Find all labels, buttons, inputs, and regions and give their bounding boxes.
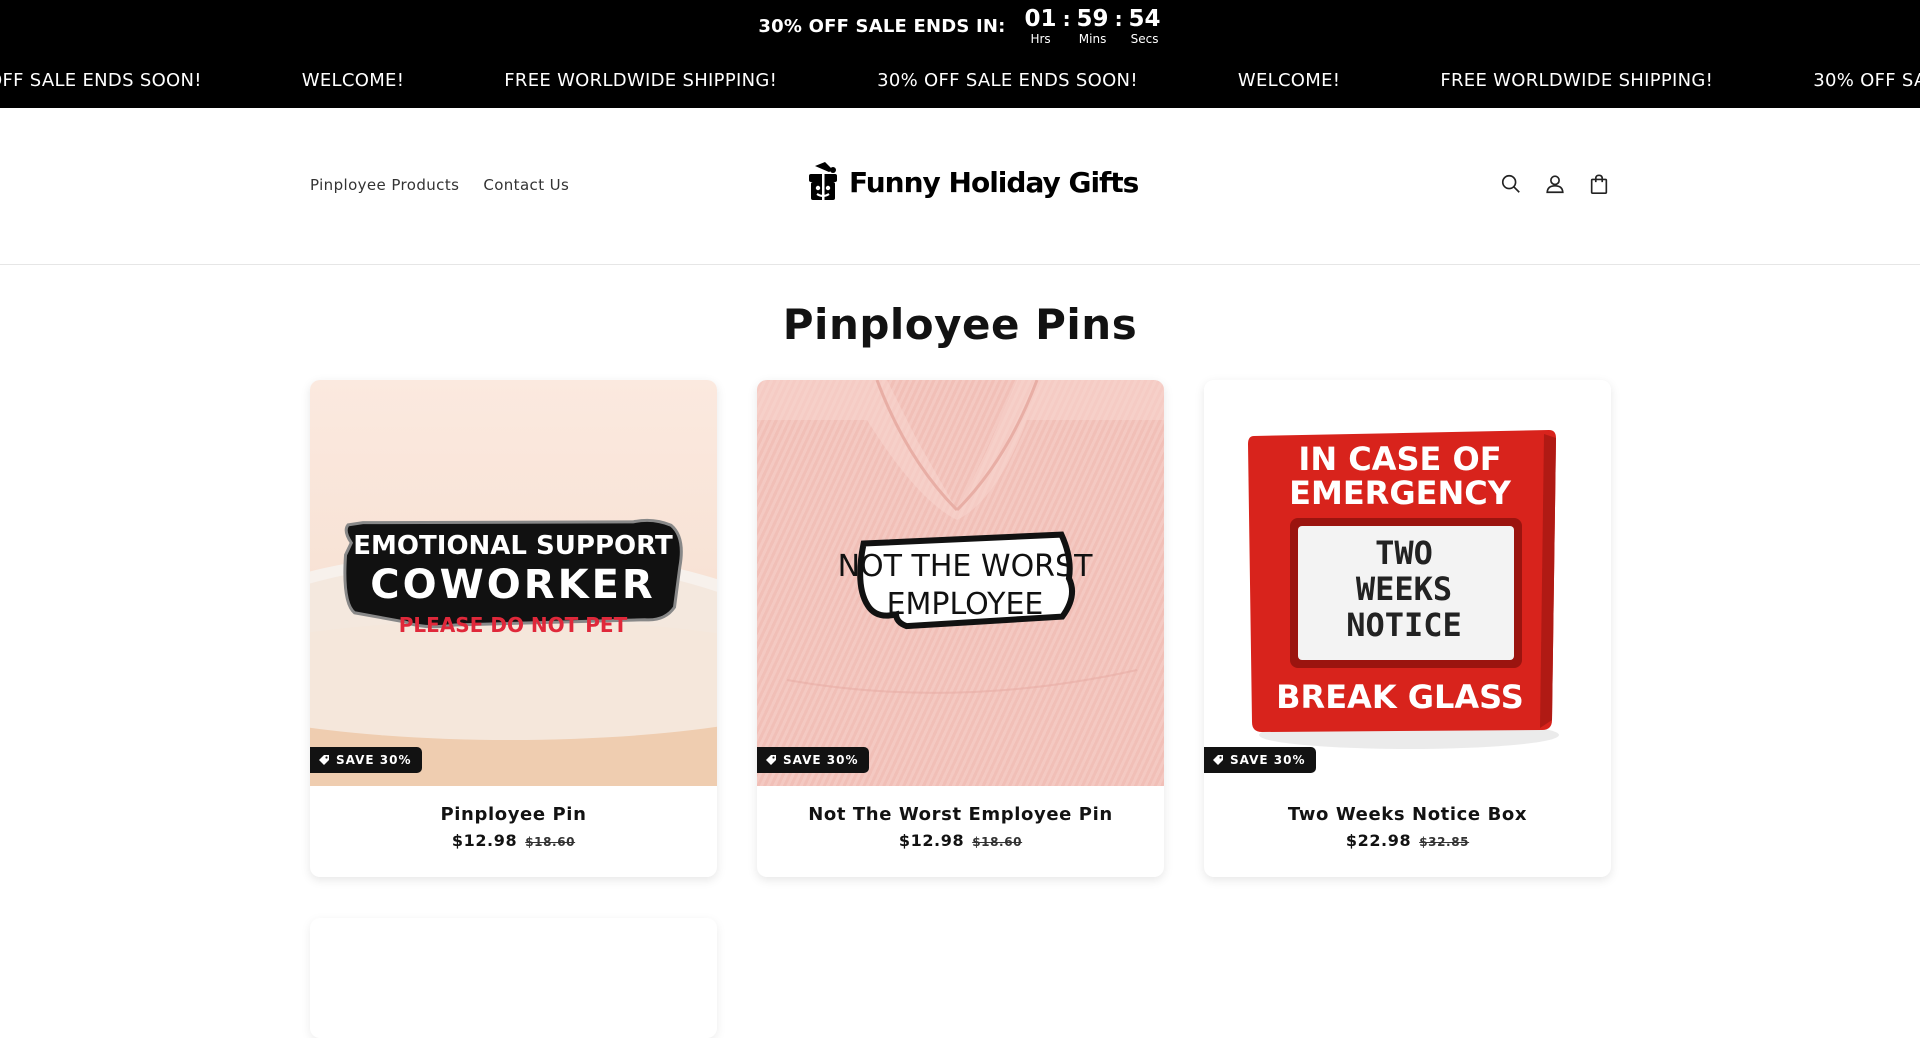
sale-badge: SAVE 30%: [757, 747, 869, 773]
product-card[interactable]: [310, 918, 717, 1038]
timer-seconds: 54 Secs: [1128, 6, 1162, 46]
marquee-item: OFF SALE ENDS SOON!: [0, 70, 202, 91]
pin-line-1: EMOTIONAL SUPPORT: [353, 531, 673, 561]
product-image[interactable]: NOT THE WORST EMPLOYEE: [757, 380, 1164, 786]
marquee-item: WELCOME!: [1237, 70, 1341, 91]
marquee-item: 30% OFF SALE: [1813, 70, 1920, 91]
tag-icon: [766, 755, 776, 765]
product-price: $12.98: [898, 831, 965, 850]
timer-hours: 01 Hrs: [1024, 6, 1058, 46]
page-title: Pinployee Pins: [782, 300, 1138, 349]
pin-illustration: NOT THE WORST EMPLOYEE: [757, 380, 1164, 694]
product-name[interactable]: Pinployee Pin: [310, 804, 717, 825]
site-header: Pinployee Products Contact Us Funny Holi…: [0, 108, 1920, 265]
box-line-2: EMERGENCY: [1289, 474, 1512, 512]
pin-line-2: COWORKER: [370, 562, 655, 608]
header-icons: [1500, 173, 1610, 195]
timer-hours-value: 01: [1024, 6, 1057, 32]
sale-badge: SAVE 30%: [1204, 747, 1316, 773]
countdown-timer: 01 Hrs : 59 Mins : 54 Secs: [1024, 6, 1162, 46]
timer-seconds-value: 54: [1128, 6, 1161, 32]
box-illustration: IN CASE OF EMERGENCY TWO WEEKS NOTICE BR…: [1248, 430, 1559, 749]
account-icon[interactable]: [1544, 173, 1566, 195]
product-compare-price: $18.60: [525, 835, 576, 849]
product-prices: $22.98 $32.85: [1204, 831, 1611, 850]
box-line-4: WEEKS: [1356, 570, 1452, 608]
product-compare-price: $32.85: [1419, 835, 1470, 849]
tag-icon: [1213, 755, 1223, 765]
site-logo[interactable]: Funny Holiday Gifts: [803, 160, 1139, 204]
box-line-5: NOTICE: [1346, 606, 1462, 644]
product-info: Pinployee Pin $12.98 $18.60: [310, 786, 717, 850]
product-card[interactable]: EMOTIONAL SUPPORT COWORKER PLEASE DO NOT…: [310, 380, 717, 877]
product-price: $22.98: [1345, 831, 1412, 850]
timer-minutes-label: Mins: [1078, 32, 1107, 46]
product-prices: $12.98 $18.60: [757, 831, 1164, 850]
timer-minutes: 59 Mins: [1076, 6, 1110, 46]
marquee-track: OFF SALE ENDS SOON! WELCOME! FREE WORLDW…: [0, 70, 1920, 91]
tag-icon: [319, 755, 329, 765]
pin-illustration: EMOTIONAL SUPPORT COWORKER PLEASE DO NOT…: [310, 518, 717, 786]
box-line-1: IN CASE OF: [1298, 440, 1501, 478]
marquee-item: WELCOME!: [301, 70, 405, 91]
announcement-bar: 30% OFF SALE ENDS IN: 01 Hrs : 59 Mins :…: [0, 0, 1920, 52]
sale-badge-label: SAVE 30%: [1230, 753, 1306, 767]
box-line-3: TWO: [1375, 534, 1433, 572]
nav-link-contact-us[interactable]: Contact Us: [483, 176, 569, 194]
timer-separator: :: [1062, 7, 1071, 31]
product-name[interactable]: Two Weeks Notice Box: [1204, 804, 1611, 825]
timer-minutes-value: 59: [1076, 6, 1109, 32]
product-image[interactable]: EMOTIONAL SUPPORT COWORKER PLEASE DO NOT…: [310, 380, 717, 786]
sale-badge-label: SAVE 30%: [336, 753, 412, 767]
product-compare-price: $18.60: [972, 835, 1023, 849]
timer-seconds-label: Secs: [1130, 32, 1159, 46]
pin-line-2: EMPLOYEE: [887, 587, 1044, 622]
marquee-banner: OFF SALE ENDS SOON! WELCOME! FREE WORLDW…: [0, 52, 1920, 108]
cart-icon[interactable]: [1588, 173, 1610, 195]
sale-badge: SAVE 30%: [310, 747, 422, 773]
product-card[interactable]: IN CASE OF EMERGENCY TWO WEEKS NOTICE BR…: [1204, 380, 1611, 877]
product-info: Not The Worst Employee Pin $12.98 $18.60: [757, 786, 1164, 850]
logo-gift-icon: [809, 162, 837, 200]
box-line-6: BREAK GLASS: [1276, 678, 1524, 716]
nav-link-pinployee-products[interactable]: Pinployee Products: [310, 176, 459, 194]
marquee-item: 30% OFF SALE ENDS SOON!: [877, 70, 1138, 91]
sale-countdown-text: 30% OFF SALE ENDS IN:: [758, 15, 1006, 37]
product-name[interactable]: Not The Worst Employee Pin: [757, 804, 1164, 825]
search-icon[interactable]: [1500, 173, 1522, 195]
product-prices: $12.98 $18.60: [310, 831, 717, 850]
logo-text: Funny Holiday Gifts: [849, 165, 1139, 199]
product-info: Two Weeks Notice Box $22.98 $32.85: [1204, 786, 1611, 850]
timer-hours-label: Hrs: [1030, 32, 1051, 46]
marquee-item: FREE WORLDWIDE SHIPPING!: [1440, 70, 1714, 91]
pin-line-3: PLEASE DO NOT PET: [399, 613, 628, 637]
pin-line-1: NOT THE WORST: [838, 549, 1093, 584]
timer-separator: :: [1114, 7, 1123, 31]
product-card[interactable]: NOT THE WORST EMPLOYEE SAVE 30% Not The …: [757, 380, 1164, 877]
main-nav: Pinployee Products Contact Us: [310, 176, 569, 194]
product-price: $12.98: [451, 831, 518, 850]
product-image[interactable]: IN CASE OF EMERGENCY TWO WEEKS NOTICE BR…: [1204, 380, 1611, 786]
sale-badge-label: SAVE 30%: [783, 753, 859, 767]
marquee-item: FREE WORLDWIDE SHIPPING!: [504, 70, 778, 91]
